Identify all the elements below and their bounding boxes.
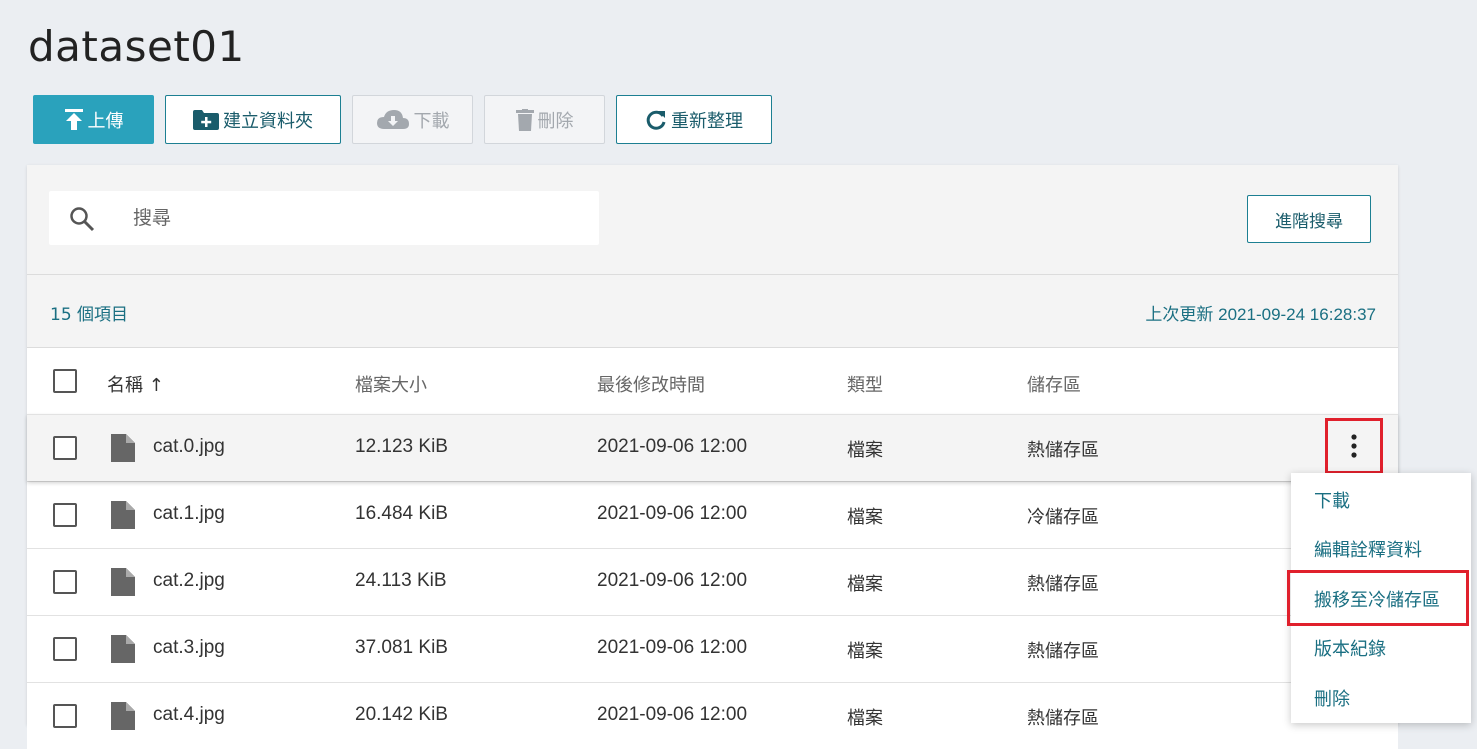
search-icon bbox=[70, 207, 95, 232]
delete-label: 刪除 bbox=[537, 110, 574, 132]
new-folder-button[interactable]: 建立資料夾 bbox=[165, 95, 341, 144]
search-box bbox=[49, 191, 599, 245]
file-name[interactable]: cat.4.jpg bbox=[153, 704, 225, 726]
file-size: 37.081 KiB bbox=[355, 637, 448, 658]
table-header: 名稱 ↑ 檔案大小 最後修改時間 類型 儲存區 bbox=[27, 347, 1398, 414]
file-icon-wrap bbox=[111, 635, 135, 667]
download-button[interactable]: 下載 bbox=[352, 95, 473, 144]
last-updated: 上次更新 2021-09-24 16:28:37 bbox=[1145, 305, 1376, 324]
file-icon bbox=[111, 568, 135, 596]
file-storage: 熱儲存區 bbox=[1027, 708, 1099, 729]
file-browser-panel: 進階搜尋 15 個項目 上次更新 2021-09-24 16:28:37 名稱 … bbox=[27, 165, 1398, 749]
table-row[interactable]: cat.1.jpg 16.484 KiB 2021-09-06 12:00 檔案 冷儲存… bbox=[27, 481, 1398, 548]
folder-plus-icon bbox=[193, 109, 219, 130]
row-checkbox[interactable] bbox=[53, 570, 77, 594]
file-modified: 2021-09-06 12:00 bbox=[597, 570, 748, 591]
table-row[interactable]: cat.0.jpg 12.123 KiB 2021-09-06 12:00 檔案 熱儲存… bbox=[27, 414, 1398, 481]
column-header-type[interactable]: 類型 bbox=[847, 371, 883, 397]
file-icon-wrap bbox=[111, 568, 135, 600]
row-actions-button[interactable] bbox=[1325, 418, 1383, 474]
refresh-label: 重新整理 bbox=[671, 110, 743, 132]
column-header-size[interactable]: 檔案大小 bbox=[355, 371, 427, 397]
file-type: 檔案 bbox=[847, 574, 883, 595]
menu-item-delete[interactable]: 刪除 bbox=[1314, 685, 1350, 711]
file-type: 檔案 bbox=[847, 708, 883, 729]
table-row[interactable]: cat.4.jpg 20.142 KiB 2021-09-06 12:00 檔案 熱儲存… bbox=[27, 682, 1398, 749]
file-icon-wrap bbox=[111, 501, 135, 533]
file-modified: 2021-09-06 12:00 bbox=[597, 637, 748, 658]
column-header-modified[interactable]: 最後修改時間 bbox=[597, 371, 705, 397]
file-modified: 2021-09-06 12:00 bbox=[597, 503, 748, 524]
menu-item-download[interactable]: 下載 bbox=[1314, 487, 1350, 513]
page-title: dataset01 bbox=[28, 22, 245, 71]
file-size: 20.142 KiB bbox=[355, 704, 448, 725]
file-icon-wrap bbox=[111, 434, 135, 466]
file-size: 12.123 KiB bbox=[355, 436, 448, 457]
delete-button[interactable]: 刪除 bbox=[484, 95, 605, 144]
file-name[interactable]: cat.0.jpg bbox=[153, 436, 225, 458]
upload-label: 上傳 bbox=[87, 110, 124, 132]
file-storage: 冷儲存區 bbox=[1027, 507, 1099, 528]
header-divider bbox=[27, 274, 1398, 275]
new-folder-label: 建立資料夾 bbox=[223, 110, 313, 132]
file-type: 檔案 bbox=[847, 507, 883, 528]
row-context-menu: 下載 編輯詮釋資料 搬移至冷儲存區 版本紀錄 刪除 bbox=[1287, 473, 1471, 723]
select-all-checkbox[interactable] bbox=[53, 369, 77, 393]
file-storage: 熱儲存區 bbox=[1027, 574, 1099, 595]
file-icon bbox=[111, 501, 135, 529]
column-header-name[interactable]: 名稱 ↑ bbox=[107, 371, 164, 397]
sort-ascending-icon: ↑ bbox=[148, 375, 164, 396]
upload-icon bbox=[64, 108, 83, 130]
file-modified: 2021-09-06 12:00 bbox=[597, 704, 748, 725]
refresh-button[interactable]: 重新整理 bbox=[616, 95, 772, 144]
row-checkbox[interactable] bbox=[53, 503, 77, 527]
column-header-name-label: 名稱 bbox=[107, 375, 143, 396]
menu-item-edit-metadata[interactable]: 編輯詮釋資料 bbox=[1314, 536, 1422, 562]
item-count: 15 個項目 bbox=[50, 305, 129, 325]
more-vertical-icon bbox=[1351, 434, 1357, 458]
file-storage: 熱儲存區 bbox=[1027, 440, 1099, 461]
file-name[interactable]: cat.3.jpg bbox=[153, 637, 225, 659]
trash-icon bbox=[515, 108, 534, 131]
menu-item-move-to-cold-storage[interactable]: 搬移至冷儲存區 bbox=[1314, 586, 1440, 612]
file-type: 檔案 bbox=[847, 641, 883, 662]
file-size: 16.484 KiB bbox=[355, 503, 448, 524]
file-type: 檔案 bbox=[847, 440, 883, 461]
file-icon bbox=[111, 434, 135, 462]
row-checkbox[interactable] bbox=[53, 637, 77, 661]
table-row[interactable]: cat.3.jpg 37.081 KiB 2021-09-06 12:00 檔案 熱儲存… bbox=[27, 615, 1398, 682]
cloud-download-icon bbox=[376, 109, 409, 129]
panel-header: 進階搜尋 15 個項目 上次更新 2021-09-24 16:28:37 bbox=[27, 165, 1398, 347]
row-checkbox[interactable] bbox=[53, 436, 77, 460]
file-name[interactable]: cat.1.jpg bbox=[153, 503, 225, 525]
advanced-search-button[interactable]: 進階搜尋 bbox=[1247, 195, 1371, 243]
download-label: 下載 bbox=[413, 110, 450, 132]
file-modified: 2021-09-06 12:00 bbox=[597, 436, 748, 457]
column-header-storage[interactable]: 儲存區 bbox=[1027, 371, 1081, 397]
search-input[interactable] bbox=[133, 191, 573, 245]
file-icon-wrap bbox=[111, 702, 135, 734]
file-storage: 熱儲存區 bbox=[1027, 641, 1099, 662]
file-size: 24.113 KiB bbox=[355, 570, 447, 591]
upload-button[interactable]: 上傳 bbox=[33, 95, 154, 144]
row-checkbox[interactable] bbox=[53, 704, 77, 728]
table-row[interactable]: cat.2.jpg 24.113 KiB 2021-09-06 12:00 檔案 熱儲存… bbox=[27, 548, 1398, 615]
menu-item-version-history[interactable]: 版本紀錄 bbox=[1314, 635, 1386, 661]
file-icon bbox=[111, 635, 135, 663]
file-name[interactable]: cat.2.jpg bbox=[153, 570, 225, 592]
file-icon bbox=[111, 702, 135, 730]
refresh-icon bbox=[646, 110, 666, 130]
